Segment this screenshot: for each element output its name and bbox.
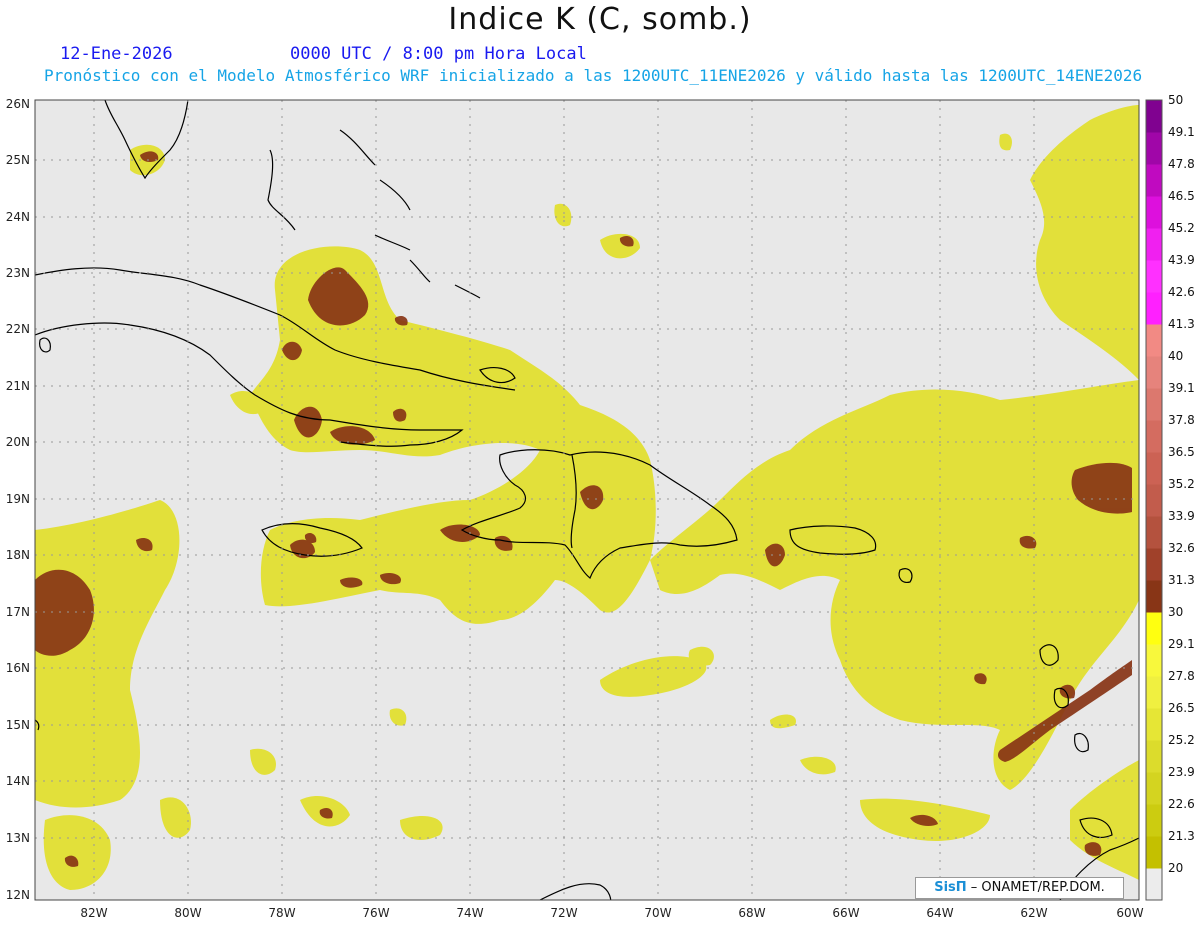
lat-label: 19N [6,492,30,506]
colorbar-swatch [1146,708,1162,741]
lat-label: 14N [6,774,30,788]
colorbar-below-min [1146,868,1162,900]
colorbar-label: 40 [1168,349,1183,363]
colorbar-swatch [1146,836,1162,869]
colorbar-swatch [1146,804,1162,837]
colorbar-swatch [1146,548,1162,581]
colorbar-swatch [1146,164,1162,197]
lat-label: 26N [6,97,30,111]
colorbar-swatch [1146,740,1162,773]
lon-label: 74W [456,906,483,920]
lon-label: 80W [174,906,201,920]
colorbar-swatch [1146,644,1162,677]
colorbar-label: 43.9 [1168,253,1195,267]
lat-label: 21N [6,379,30,393]
colorbar-swatch [1146,580,1162,613]
lon-label: 82W [80,906,107,920]
colorbar-swatch [1146,324,1162,357]
colorbar-label: 31.3 [1168,573,1195,587]
lat-label: 24N [6,210,30,224]
colorbar-label: 41.3 [1168,317,1195,331]
lat-label: 16N [6,661,30,675]
colorbar-label: 23.9 [1168,765,1195,779]
sis-logo: SisΠ [934,880,967,895]
credit-box: SisΠ – ONAMET/REP.DOM. [915,877,1124,899]
latitude-labels: 26N 25N 24N 23N 22N 21N 20N 19N 18N 17N … [6,97,30,902]
weather-map: 26N 25N 24N 23N 22N 21N 20N 19N 18N 17N … [6,93,1195,920]
colorbar-label: 27.8 [1168,669,1195,683]
lon-label: 66W [832,906,859,920]
colorbar-swatch [1146,772,1162,805]
lat-label: 18N [6,548,30,562]
colorbar-swatch [1146,484,1162,517]
colorbar: 20 21.3 22.6 23.9 25.2 26.5 27.8 29.1 30 31.3 32.6… [1145,93,1195,901]
lat-label: 22N [6,322,30,336]
colorbar-swatch [1146,292,1162,325]
colorbar-label: 30 [1168,605,1183,619]
lat-label: 25N [6,153,30,167]
colorbar-label: 21.3 [1168,829,1195,843]
field-east-ne [999,133,1012,151]
colorbar-swatch [1146,132,1162,165]
lat-label: 12N [6,888,30,902]
colorbar-label: 22.6 [1168,797,1195,811]
colorbar-label: 49.1 [1168,125,1195,139]
colorbar-label: 47.8 [1168,157,1195,171]
lon-label: 60W [1116,906,1143,920]
colorbar-label: 45.2 [1168,221,1195,235]
colorbar-label: 37.8 [1168,413,1195,427]
colorbar-swatch [1146,612,1162,645]
colorbar-label: 42.6 [1168,285,1195,299]
colorbar-label: 39.1 [1168,381,1195,395]
colorbar-label: 36.5 [1168,445,1195,459]
colorbar-swatch [1146,260,1162,293]
colorbar-swatch [1146,516,1162,549]
colorbar-swatch [1146,452,1162,485]
colorbar-label: 25.2 [1168,733,1195,747]
colorbar-label: 20 [1168,861,1183,875]
colorbar-label: 32.6 [1168,541,1195,555]
colorbar-swatch [1146,196,1162,229]
credit-text: – ONAMET/REP.DOM. [966,880,1105,895]
lon-label: 62W [1020,906,1047,920]
colorbar-label: 33.9 [1168,509,1195,523]
colorbar-swatch [1146,356,1162,389]
lon-label: 72W [550,906,577,920]
colorbar-label: 29.1 [1168,637,1195,651]
colorbar-swatch [1146,676,1162,709]
colorbar-swatch [1146,420,1162,453]
colorbar-label: 35.2 [1168,477,1195,491]
longitude-labels: 82W 80W 78W 76W 74W 72W 70W 68W 66W 64W … [80,906,1143,920]
lat-label: 20N [6,435,30,449]
colorbar-label: 46.5 [1168,189,1195,203]
lon-label: 78W [268,906,295,920]
lon-label: 70W [644,906,671,920]
lon-label: 76W [362,906,389,920]
colorbar-label: 50 [1168,93,1183,107]
lat-label: 15N [6,718,30,732]
lon-label: 68W [738,906,765,920]
lat-label: 17N [6,605,30,619]
lat-label: 23N [6,266,30,280]
colorbar-swatch [1146,228,1162,261]
lat-label: 13N [6,831,30,845]
lon-label: 64W [926,906,953,920]
colorbar-swatch [1146,100,1162,133]
colorbar-swatch [1146,388,1162,421]
colorbar-label: 26.5 [1168,701,1195,715]
